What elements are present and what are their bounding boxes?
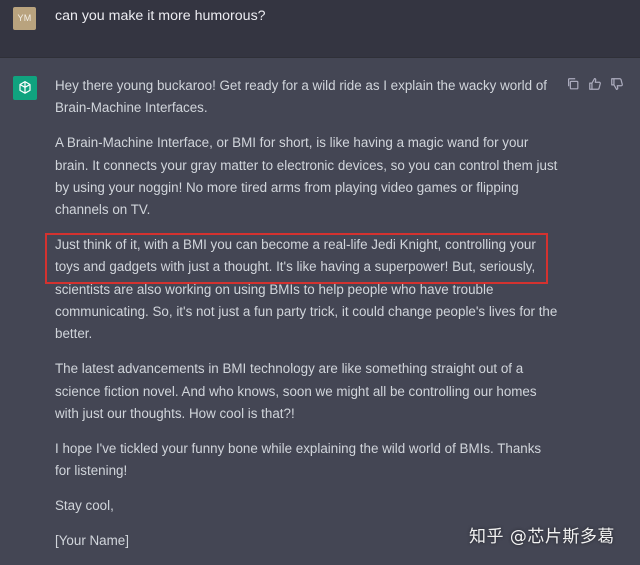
sign-off-line: Stay cool,	[55, 498, 114, 514]
thumbs-down-icon[interactable]	[610, 77, 624, 91]
message-paragraph: The latest advancements in BMI technolog…	[55, 361, 537, 421]
copy-icon[interactable]	[566, 77, 580, 91]
message-paragraph: Hey there young buckaroo! Get ready for …	[55, 78, 547, 116]
openai-logo-icon	[13, 76, 37, 100]
message-paragraph: A Brain-Machine Interface, or BMI for sh…	[55, 135, 558, 218]
message-actions	[566, 76, 632, 92]
thumbs-up-icon[interactable]	[588, 77, 602, 91]
assistant-message-row: Hey there young buckaroo! Get ready for …	[0, 58, 640, 564]
user-message-row: YM can you make it more humorous?	[0, 0, 640, 58]
user-message-text: can you make it more humorous?	[55, 8, 266, 24]
message-paragraph: I hope I've tickled your funny bone whil…	[55, 440, 542, 479]
user-avatar: YM	[13, 7, 36, 30]
message-paragraph: Just think of it, with a BMI you can bec…	[55, 237, 558, 342]
assistant-message-content: Hey there young buckaroo! Get ready for …	[55, 75, 560, 565]
watermark-text: 知乎 @芯片斯多葛	[469, 527, 615, 547]
